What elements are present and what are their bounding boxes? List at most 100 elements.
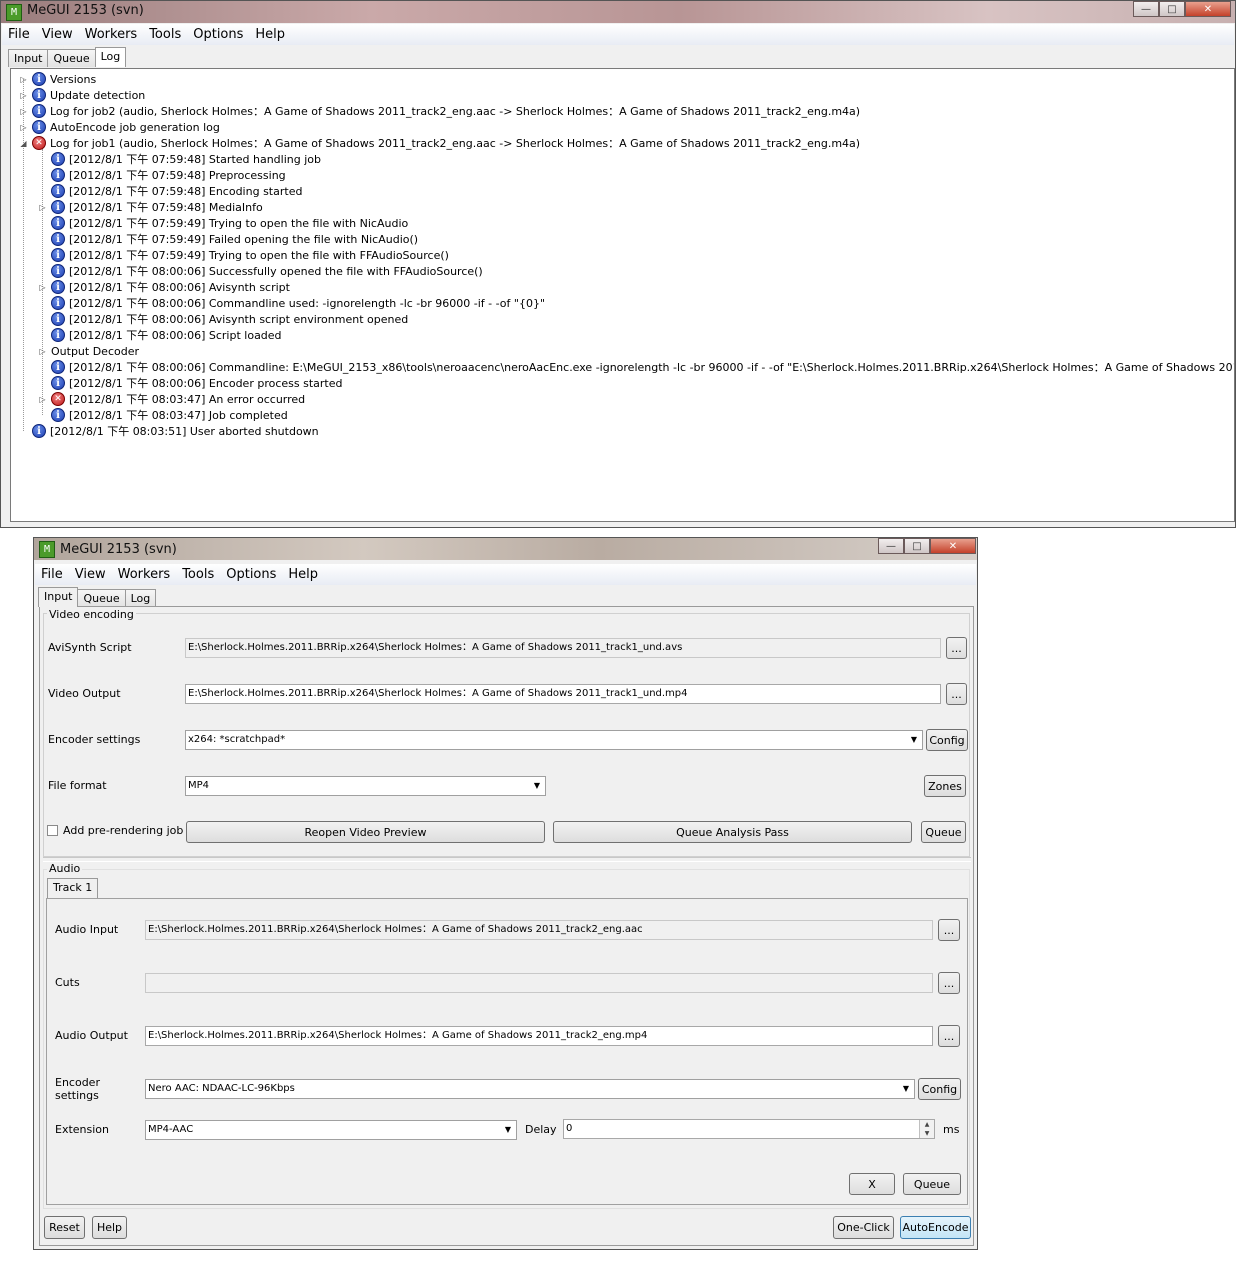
log-tree-item[interactable]: i [2012/8/1 下午 08:00:06] Avisynth script …: [38, 311, 408, 327]
tab-input[interactable]: Input: [38, 587, 79, 607]
menu-options[interactable]: Options: [220, 567, 282, 582]
avisynth-script-field[interactable]: E:\Sherlock.Holmes.2011.BRRip.x264\Sherl…: [185, 638, 941, 658]
video-queue-button[interactable]: Queue: [921, 821, 966, 843]
audio-config-button[interactable]: Config: [918, 1078, 961, 1100]
close-button[interactable]: ✕: [1185, 1, 1231, 17]
expand-arrow-icon[interactable]: ▷: [38, 203, 47, 212]
help-button[interactable]: Help: [92, 1216, 127, 1239]
tab-log[interactable]: Log: [94, 47, 127, 67]
reset-button[interactable]: Reset: [44, 1216, 85, 1239]
audio-output-field[interactable]: E:\Sherlock.Holmes.2011.BRRip.x264\Sherl…: [145, 1026, 933, 1046]
log-tree-item[interactable]: i [2012/8/1 下午 08:00:06] Successfully ope…: [38, 263, 483, 279]
avisynth-browse-button[interactable]: ...: [946, 637, 967, 659]
cuts-field[interactable]: [145, 973, 933, 993]
spin-down-icon[interactable]: ▼: [920, 1129, 934, 1138]
spin-up-icon[interactable]: ▲: [920, 1120, 934, 1129]
log-tree-item[interactable]: i [2012/8/1 下午 07:59:48] Started handling…: [38, 151, 321, 167]
log-tree-item[interactable]: i [2012/8/1 下午 08:00:06] Encoder process …: [38, 375, 343, 391]
log-tree-item[interactable]: i [2012/8/1 下午 07:59:49] Failed opening t…: [38, 231, 418, 247]
minimize-button[interactable]: —: [1133, 1, 1159, 17]
maximize-button[interactable]: □: [1159, 1, 1185, 17]
tab-queue[interactable]: Queue: [77, 589, 126, 607]
log-item-text: [2012/8/1 下午 08:00:06] Avisynth script: [69, 281, 290, 294]
expand-arrow-icon[interactable]: ▷: [19, 107, 28, 116]
menu-file[interactable]: File: [2, 27, 36, 42]
maximize-button[interactable]: □: [904, 538, 930, 554]
log-tree-item[interactable]: i [2012/8/1 下午 08:00:06] Commandline: E:\…: [38, 359, 1234, 375]
menu-tools[interactable]: Tools: [176, 567, 220, 582]
log-tree-item[interactable]: i [2012/8/1 下午 07:59:48] Preprocessing: [38, 167, 286, 183]
audio-encoder-select[interactable]: Nero AAC: NDAAC-LC-96Kbps ▼: [145, 1079, 915, 1099]
menu-options[interactable]: Options: [187, 27, 249, 42]
reopen-video-preview-button[interactable]: Reopen Video Preview: [186, 821, 545, 843]
queue-analysis-pass-button[interactable]: Queue Analysis Pass: [553, 821, 912, 843]
log-tree-item[interactable]: i [2012/8/1 下午 07:59:49] Trying to open t…: [38, 247, 449, 263]
expand-arrow-icon[interactable]: ▷: [38, 395, 47, 404]
menu-workers[interactable]: Workers: [112, 567, 177, 582]
log-tree-item[interactable]: ▷ i [2012/8/1 下午 08:00:06] Avisynth script: [38, 279, 290, 295]
tab-track-1[interactable]: Track 1: [47, 878, 99, 898]
tab-input[interactable]: Input: [8, 49, 49, 67]
delay-spinner[interactable]: ▲ ▼: [919, 1120, 934, 1138]
expand-arrow-icon[interactable]: ▷: [19, 75, 28, 84]
log-tree-item[interactable]: ▷ ✕ [2012/8/1 下午 08:03:47] An error occurr…: [38, 391, 305, 407]
title-bar[interactable]: M MeGUI 2153 (svn) — □ ✕: [34, 538, 977, 560]
log-tree-item[interactable]: ▷ Output Decoder: [38, 343, 139, 359]
log-tree-item[interactable]: i [2012/8/1 下午 08:00:06] Commandline used…: [38, 295, 545, 311]
section-divider: [43, 857, 971, 862]
info-icon: i: [32, 72, 46, 86]
extension-select[interactable]: MP4-AAC ▼: [145, 1120, 517, 1140]
delay-input[interactable]: 0 ▲ ▼: [563, 1119, 935, 1139]
log-tree-item[interactable]: i [2012/8/1 下午 07:59:48] Encoding started: [38, 183, 302, 199]
expand-arrow-icon[interactable]: ▷: [19, 91, 28, 100]
log-tree-item[interactable]: ▷ i Log for job2 (audio, Sherlock Holmes：A…: [19, 103, 860, 119]
collapse-arrow-icon[interactable]: ◢: [19, 139, 28, 148]
menu-file[interactable]: File: [35, 567, 69, 582]
video-config-button[interactable]: Config: [926, 729, 968, 751]
video-output-field[interactable]: E:\Sherlock.Holmes.2011.BRRip.x264\Sherl…: [185, 684, 941, 704]
log-tree-item[interactable]: ▷ i AutoEncode job generation log: [19, 119, 220, 135]
close-button[interactable]: ✕: [930, 538, 976, 554]
tab-log[interactable]: Log: [124, 589, 157, 607]
expand-arrow-icon[interactable]: ▷: [38, 283, 47, 292]
zones-button[interactable]: Zones: [924, 775, 966, 797]
menu-help[interactable]: Help: [282, 567, 324, 582]
expand-arrow-icon[interactable]: ▷: [19, 123, 28, 132]
audio-input-field[interactable]: E:\Sherlock.Holmes.2011.BRRip.x264\Sherl…: [145, 920, 933, 940]
log-item-text: [2012/8/1 下午 07:59:49] Failed opening th…: [69, 233, 419, 246]
log-tree-item[interactable]: ▷ i Update detection: [19, 87, 145, 103]
menu-view[interactable]: View: [69, 567, 112, 582]
prerender-checkbox[interactable]: [47, 825, 58, 836]
log-tree-item[interactable]: ▷ i Versions: [19, 71, 96, 87]
autoencode-button[interactable]: AutoEncode: [900, 1216, 971, 1239]
video-output-browse-button[interactable]: ...: [946, 683, 967, 705]
log-tree-item[interactable]: ▷ i [2012/8/1 下午 07:59:48] MediaInfo: [38, 199, 263, 215]
ms-label: ms: [943, 1123, 960, 1136]
audio-clear-button[interactable]: X: [849, 1173, 895, 1195]
menu-workers[interactable]: Workers: [79, 27, 144, 42]
menu-tools[interactable]: Tools: [143, 27, 187, 42]
tab-queue[interactable]: Queue: [47, 49, 96, 67]
file-format-select[interactable]: MP4 ▼: [185, 776, 546, 796]
log-tree[interactable]: ▷ i Versions ▷ i Update detection ▷ i Log for jo…: [10, 68, 1235, 522]
log-tree-item[interactable]: ◢ ✕ Log for job1 (audio, Sherlock Holmes：A…: [19, 135, 860, 151]
video-encoder-select[interactable]: x264: *scratchpad* ▼: [185, 730, 923, 750]
prerender-label: Add pre-rendering job: [63, 824, 184, 837]
one-click-button[interactable]: One-Click: [833, 1216, 894, 1239]
expand-arrow-icon[interactable]: ▷: [38, 347, 47, 356]
menu-help[interactable]: Help: [249, 27, 291, 42]
log-tree-item[interactable]: i [2012/8/1 下午 08:03:51] User aborted shu…: [19, 423, 319, 439]
menu-view[interactable]: View: [36, 27, 79, 42]
log-tree-item[interactable]: i [2012/8/1 下午 08:03:47] Job completed: [38, 407, 288, 423]
log-tree-item[interactable]: i [2012/8/1 下午 07:59:49] Trying to open t…: [38, 215, 408, 231]
delay-label: Delay: [525, 1123, 557, 1136]
encoder-settings-label: Encoder settings: [48, 733, 141, 746]
cuts-browse-button[interactable]: ...: [938, 972, 960, 994]
title-bar[interactable]: M MeGUI 2153 (svn) — □ ✕: [1, 1, 1235, 23]
audio-input-browse-button[interactable]: ...: [938, 919, 960, 941]
audio-output-browse-button[interactable]: ...: [938, 1025, 960, 1047]
audio-queue-button[interactable]: Queue: [903, 1173, 961, 1195]
minimize-button[interactable]: —: [878, 538, 904, 554]
log-tree-item[interactable]: i [2012/8/1 下午 08:00:06] Script loaded: [38, 327, 282, 343]
